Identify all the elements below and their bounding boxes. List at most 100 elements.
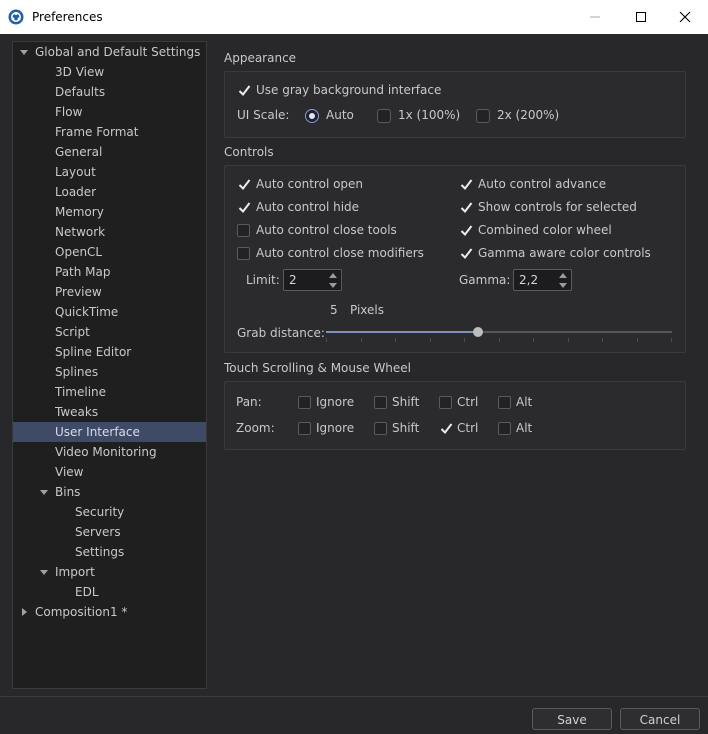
scale-2x-radio[interactable] bbox=[476, 109, 490, 123]
close-tools-checkbox[interactable] bbox=[237, 224, 250, 237]
expanded-arrow-icon[interactable] bbox=[37, 482, 51, 502]
grab-distance-slider[interactable] bbox=[326, 324, 672, 344]
tree-item[interactable]: Network bbox=[13, 222, 206, 242]
slider-tick bbox=[361, 338, 362, 342]
tree-item[interactable]: Path Map bbox=[13, 262, 206, 282]
close-modifiers-checkbox[interactable] bbox=[237, 247, 250, 260]
spin-down-icon[interactable] bbox=[558, 281, 568, 290]
spin-up-icon[interactable] bbox=[558, 271, 568, 280]
tree-item[interactable]: Import bbox=[13, 562, 206, 582]
show-selected-checkbox[interactable] bbox=[459, 201, 473, 214]
close-button[interactable] bbox=[662, 0, 708, 34]
tree-item[interactable]: Servers bbox=[13, 522, 206, 542]
cancel-button[interactable]: Cancel bbox=[620, 708, 700, 730]
tree-item-label: Flow bbox=[55, 105, 83, 119]
zoom-ignore-label: Ignore bbox=[316, 421, 355, 435]
pan-shift-checkbox[interactable] bbox=[374, 396, 387, 409]
close-modifiers-label: Auto control close modifiers bbox=[256, 246, 424, 260]
tree-item[interactable]: Script bbox=[13, 322, 206, 342]
tree-item[interactable]: Security bbox=[13, 502, 206, 522]
tree-item[interactable]: Defaults bbox=[13, 82, 206, 102]
auto-advance-checkbox[interactable] bbox=[459, 178, 473, 191]
combined-wheel-checkbox[interactable] bbox=[459, 224, 473, 237]
tree-item[interactable]: Bins bbox=[13, 482, 206, 502]
collapsed-arrow-icon[interactable] bbox=[17, 602, 31, 622]
tree-item[interactable]: QuickTime bbox=[13, 302, 206, 322]
maximize-button[interactable] bbox=[618, 0, 664, 34]
tree-item[interactable]: Spline Editor bbox=[13, 342, 206, 362]
zoom-ignore-checkbox[interactable] bbox=[298, 422, 311, 435]
zoom-shift-checkbox[interactable] bbox=[374, 422, 387, 435]
tree-item[interactable]: Global and Default Settings bbox=[13, 42, 206, 62]
gamma-aware-label: Gamma aware color controls bbox=[478, 246, 651, 260]
tree-item-label: EDL bbox=[75, 585, 99, 599]
tree-item[interactable]: Flow bbox=[13, 102, 206, 122]
tree-item[interactable]: Frame Format bbox=[13, 122, 206, 142]
tree-item-label: OpenCL bbox=[55, 245, 103, 259]
gray-bg-checkbox[interactable] bbox=[237, 84, 251, 97]
pan-alt-checkbox[interactable] bbox=[498, 396, 511, 409]
auto-open-checkbox[interactable] bbox=[237, 178, 251, 191]
pan-alt-label: Alt bbox=[516, 395, 533, 409]
checkmark-icon bbox=[460, 225, 473, 237]
tree-item[interactable]: EDL bbox=[13, 582, 206, 602]
checkmark-icon bbox=[460, 179, 473, 191]
tree-item[interactable]: Video Monitoring bbox=[13, 442, 206, 462]
tree-item[interactable]: Composition1 * bbox=[13, 602, 206, 622]
appearance-section-title: Appearance bbox=[224, 51, 297, 65]
settings-tree[interactable]: Global and Default Settings 3D View Defaul… bbox=[12, 41, 207, 689]
slider-tick bbox=[499, 338, 500, 342]
tree-item-label: 3D View bbox=[55, 65, 105, 79]
tree-item[interactable]: Memory bbox=[13, 202, 206, 222]
slider-tick bbox=[533, 338, 534, 342]
save-button[interactable]: Save bbox=[532, 708, 612, 730]
slider-tick bbox=[637, 338, 638, 342]
tree-item[interactable]: Settings bbox=[13, 542, 206, 562]
zoom-alt-label: Alt bbox=[516, 421, 533, 435]
gamma-aware-checkbox[interactable] bbox=[459, 247, 473, 260]
zoom-alt-checkbox[interactable] bbox=[498, 422, 511, 435]
pan-ignore-checkbox[interactable] bbox=[298, 396, 311, 409]
gamma-label: Gamma: bbox=[459, 273, 511, 287]
expanded-arrow-icon[interactable] bbox=[17, 42, 31, 62]
tree-item[interactable]: Splines bbox=[13, 362, 206, 382]
tree-item[interactable]: OpenCL bbox=[13, 242, 206, 262]
slider-tick bbox=[568, 338, 569, 342]
tree-item[interactable]: Tweaks bbox=[13, 402, 206, 422]
auto-hide-label: Auto control hide bbox=[256, 200, 360, 214]
tree-item[interactable]: Loader bbox=[13, 182, 206, 202]
tree-item[interactable]: 3D View bbox=[13, 62, 206, 82]
spin-down-icon[interactable] bbox=[328, 281, 338, 290]
tree-item[interactable]: Timeline bbox=[13, 382, 206, 402]
slider-tick bbox=[464, 338, 465, 342]
tree-item-label: Loader bbox=[55, 185, 97, 199]
maximize-icon bbox=[636, 12, 646, 22]
auto-hide-checkbox[interactable] bbox=[237, 201, 251, 214]
limit-spinbox[interactable]: 2 bbox=[283, 269, 342, 291]
tree-item[interactable]: User Interface bbox=[13, 422, 206, 442]
tree-item[interactable]: General bbox=[13, 142, 206, 162]
zoom-label: Zoom: bbox=[236, 421, 275, 435]
scale-auto-radio[interactable] bbox=[305, 109, 319, 123]
tree-item-label: Timeline bbox=[55, 385, 107, 399]
spin-up-icon[interactable] bbox=[328, 271, 338, 280]
tree-item-label: QuickTime bbox=[55, 305, 119, 319]
tree-item[interactable]: Layout bbox=[13, 162, 206, 182]
scale-1x-label: 1x (100%) bbox=[398, 108, 461, 122]
tree-item[interactable]: Preview bbox=[13, 282, 206, 302]
gamma-spinbox[interactable]: 2,2 bbox=[513, 269, 572, 291]
pan-ctrl-checkbox[interactable] bbox=[439, 396, 452, 409]
pan-ignore-label: Ignore bbox=[316, 395, 355, 409]
scale-1x-radio[interactable] bbox=[377, 109, 391, 123]
tree-item[interactable]: View bbox=[13, 462, 206, 482]
minimize-button[interactable] bbox=[572, 0, 618, 34]
zoom-ctrl-checkbox[interactable] bbox=[439, 422, 453, 435]
touch-group: Pan: Zoom: Ignore Shift Ctrl Alt Ignore … bbox=[224, 381, 686, 450]
tree-item-label: Splines bbox=[55, 365, 99, 379]
title-bar: Preferences bbox=[0, 0, 708, 34]
limit-label: Limit: bbox=[246, 273, 280, 287]
tree-item-label: Path Map bbox=[55, 265, 111, 279]
expanded-arrow-icon[interactable] bbox=[37, 562, 51, 582]
slider-handle[interactable] bbox=[473, 327, 483, 337]
controls-section-title: Controls bbox=[224, 145, 274, 159]
